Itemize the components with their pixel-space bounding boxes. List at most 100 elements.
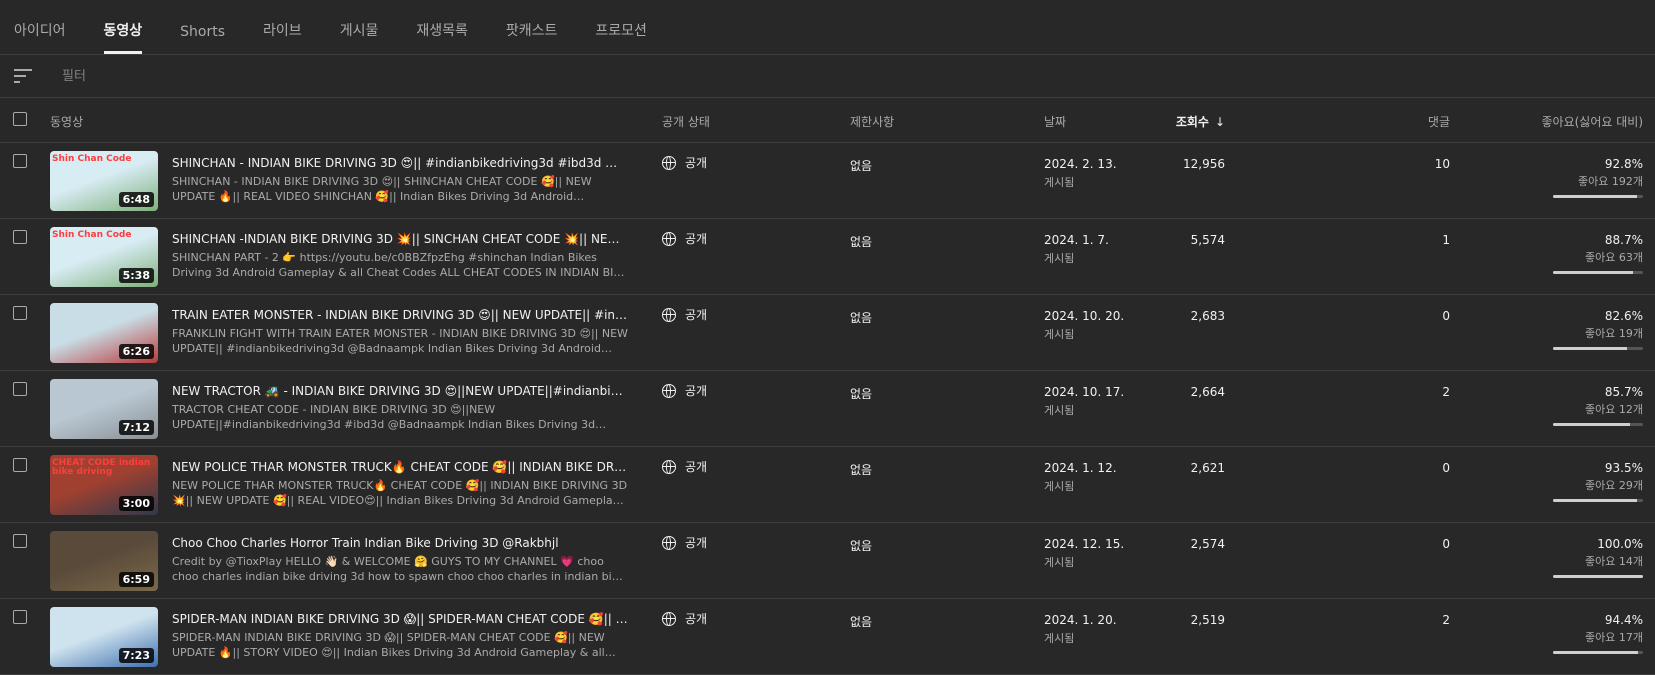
row-checkbox[interactable] bbox=[13, 458, 27, 472]
filter-bar bbox=[0, 55, 1655, 98]
visibility-cell[interactable]: 공개 bbox=[662, 306, 707, 323]
row-checkbox[interactable] bbox=[13, 154, 27, 168]
publish-date: 2024. 10. 20. bbox=[1044, 309, 1125, 323]
row-checkbox[interactable] bbox=[13, 610, 27, 624]
like-ratio-bar bbox=[1553, 499, 1643, 502]
video-title[interactable]: SHINCHAN - INDIAN BIKE DRIVING 3D 😍|| #i… bbox=[172, 156, 628, 170]
visibility-cell[interactable]: 공개 bbox=[662, 382, 707, 399]
thumbnail-caption: CHEAT CODE indian bike driving bbox=[52, 458, 151, 477]
video-thumbnail[interactable]: 6:26 bbox=[50, 303, 158, 363]
row-checkbox[interactable] bbox=[13, 534, 27, 548]
likes-count: 좋아요 12개 bbox=[1585, 403, 1643, 416]
row-checkbox[interactable] bbox=[13, 306, 27, 320]
row-checkbox[interactable] bbox=[13, 382, 27, 396]
video-thumbnail[interactable]: 7:23 bbox=[50, 607, 158, 667]
tab-1[interactable]: 동영상 bbox=[103, 20, 142, 54]
video-thumbnail[interactable]: Shin Chan Code 5:38 bbox=[50, 227, 158, 287]
tab-2[interactable]: Shorts bbox=[180, 24, 225, 54]
restrictions-value: 없음 bbox=[850, 615, 873, 629]
visibility-cell[interactable]: 공개 bbox=[662, 458, 707, 475]
publish-date: 2024. 10. 17. bbox=[1044, 385, 1125, 399]
globe-icon bbox=[662, 155, 676, 170]
video-description: NEW POLICE THAR MONSTER TRUCK🔥 CHEAT COD… bbox=[172, 479, 628, 507]
table-row[interactable]: Shin Chan Code 6:48 SHINCHAN - INDIAN BIKE… bbox=[0, 143, 1655, 219]
column-header-comments[interactable]: 댓글 bbox=[1428, 113, 1450, 130]
video-thumbnail[interactable]: 7:12 bbox=[50, 379, 158, 439]
video-thumbnail[interactable]: CHEAT CODE indian bike driving 3:00 bbox=[50, 455, 158, 515]
video-thumbnail[interactable]: Shin Chan Code 6:48 bbox=[50, 151, 158, 211]
visibility-cell[interactable]: 공개 bbox=[662, 154, 707, 171]
comments-count: 0 bbox=[1442, 309, 1450, 323]
visibility-label: 공개 bbox=[685, 536, 708, 550]
like-ratio-bar bbox=[1553, 271, 1643, 274]
like-ratio-bar-fill bbox=[1553, 195, 1637, 198]
like-ratio-bar bbox=[1553, 423, 1643, 426]
globe-icon bbox=[662, 611, 676, 626]
visibility-cell[interactable]: 공개 bbox=[662, 610, 707, 627]
visibility-label: 공개 bbox=[685, 612, 708, 626]
publish-date: 2024. 2. 13. bbox=[1044, 157, 1117, 171]
column-header-views[interactable]: 조회수 ↓ bbox=[1176, 113, 1225, 130]
restrictions-value: 없음 bbox=[850, 387, 873, 401]
column-header-likes[interactable]: 좋아요(싫어요 대비) bbox=[1542, 113, 1644, 130]
tab-3[interactable]: 라이브 bbox=[263, 20, 302, 54]
views-count: 12,956 bbox=[1183, 157, 1225, 171]
globe-icon bbox=[662, 459, 676, 474]
visibility-label: 공개 bbox=[685, 460, 708, 474]
tab-6[interactable]: 팟캐스트 bbox=[506, 20, 558, 54]
table-row[interactable]: 6:26 TRAIN EATER MONSTER - INDIAN BIKE DR… bbox=[0, 295, 1655, 371]
comments-count: 10 bbox=[1434, 157, 1450, 171]
globe-icon bbox=[662, 383, 676, 398]
table-row[interactable]: CHEAT CODE indian bike driving 3:00 NEW PO… bbox=[0, 447, 1655, 523]
like-ratio-percent: 88.7% bbox=[1604, 233, 1643, 247]
tab-0[interactable]: 아이디어 bbox=[14, 20, 66, 54]
video-title[interactable]: SPIDER-MAN INDIAN BIKE DRIVING 3D 😱|| SP… bbox=[172, 612, 628, 626]
like-ratio-bar-fill bbox=[1553, 575, 1643, 578]
globe-icon bbox=[662, 231, 676, 246]
publish-date: 2024. 1. 20. bbox=[1044, 613, 1117, 627]
video-title[interactable]: NEW TRACTOR 🚜 - INDIAN BIKE DRIVING 3D 😍… bbox=[172, 384, 628, 398]
tab-4[interactable]: 게시물 bbox=[340, 20, 379, 54]
globe-icon bbox=[662, 535, 676, 550]
restrictions-value: 없음 bbox=[850, 159, 873, 173]
filter-icon[interactable] bbox=[14, 69, 32, 83]
publish-date: 2024. 1. 7. bbox=[1044, 233, 1109, 247]
table-row[interactable]: 6:59 Choo Choo Charles Horror Train India… bbox=[0, 523, 1655, 599]
visibility-label: 공개 bbox=[685, 156, 708, 170]
visibility-cell[interactable]: 공개 bbox=[662, 534, 707, 551]
globe-icon bbox=[662, 307, 676, 322]
video-duration: 5:38 bbox=[118, 268, 154, 283]
visibility-label: 공개 bbox=[685, 308, 708, 322]
content-tabs: 아이디어 동영상 Shorts 라이브 게시물 재생목록 팟캐스트 프로모션 bbox=[0, 0, 1655, 55]
restrictions-value: 없음 bbox=[850, 539, 873, 553]
video-duration: 6:26 bbox=[118, 344, 154, 359]
row-checkbox[interactable] bbox=[13, 230, 27, 244]
video-duration: 7:12 bbox=[118, 420, 154, 435]
video-title[interactable]: Choo Choo Charles Horror Train Indian Bi… bbox=[172, 536, 628, 550]
publish-status: 게시됨 bbox=[1044, 176, 1075, 189]
like-ratio-bar-fill bbox=[1553, 499, 1638, 502]
select-all-checkbox[interactable] bbox=[13, 112, 27, 126]
column-header-video: 동영상 bbox=[50, 115, 84, 129]
like-ratio-bar-fill bbox=[1553, 423, 1631, 426]
table-row[interactable]: 7:23 SPIDER-MAN INDIAN BIKE DRIVING 3D 😱|… bbox=[0, 599, 1655, 675]
video-description: SHINCHAN PART - 2 👉 https://youtu.be/c0B… bbox=[172, 251, 628, 279]
like-ratio-bar-fill bbox=[1553, 347, 1628, 350]
column-header-date[interactable]: 날짜 bbox=[1044, 113, 1066, 130]
visibility-cell[interactable]: 공개 bbox=[662, 230, 707, 247]
table-row[interactable]: Shin Chan Code 5:38 SHINCHAN -INDIAN BIKE … bbox=[0, 219, 1655, 295]
table-row[interactable]: 7:12 NEW TRACTOR 🚜 - INDIAN BIKE DRIVING … bbox=[0, 371, 1655, 447]
comments-count: 0 bbox=[1442, 461, 1450, 475]
video-title[interactable]: SHINCHAN -INDIAN BIKE DRIVING 3D 💥|| SIN… bbox=[172, 232, 628, 246]
column-header-visibility[interactable]: 공개 상태 bbox=[662, 113, 710, 130]
like-ratio-percent: 100.0% bbox=[1597, 537, 1643, 551]
filter-input[interactable] bbox=[60, 67, 464, 85]
video-title[interactable]: NEW POLICE THAR MONSTER TRUCK🔥 CHEAT COD… bbox=[172, 460, 628, 474]
video-title[interactable]: TRAIN EATER MONSTER - INDIAN BIKE DRIVIN… bbox=[172, 308, 628, 322]
tab-5[interactable]: 재생목록 bbox=[416, 20, 468, 54]
like-ratio-bar-fill bbox=[1553, 271, 1633, 274]
video-thumbnail[interactable]: 6:59 bbox=[50, 531, 158, 591]
tab-7[interactable]: 프로모션 bbox=[595, 20, 647, 54]
like-ratio-bar-fill bbox=[1553, 651, 1638, 654]
like-ratio-bar bbox=[1553, 347, 1643, 350]
